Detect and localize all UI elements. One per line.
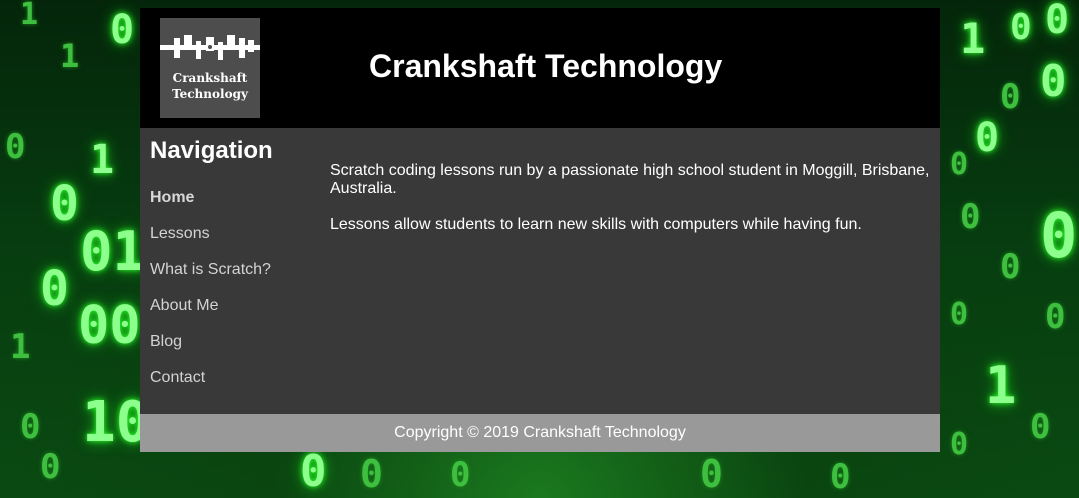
background-glyph: 0: [110, 7, 135, 53]
background-glyph: 1: [985, 356, 1017, 416]
background-glyph: 1: [10, 327, 31, 367]
background-glyph: 1: [960, 14, 986, 63]
background-glyph: 0: [50, 176, 79, 232]
background-glyph: 0: [40, 447, 61, 487]
background-glyph: 01: [80, 220, 146, 283]
crankshaft-icon: [160, 35, 260, 60]
background-glyph: 0: [1000, 77, 1021, 117]
background-glyph: 0: [950, 147, 969, 182]
background-glyph: 0: [975, 115, 1000, 161]
site-footer: Copyright © 2019 Crankshaft Technology: [140, 414, 940, 452]
background-glyph: 0: [830, 457, 851, 497]
background-glyph: 0: [360, 452, 383, 496]
navigation-heading: Navigation: [150, 137, 273, 164]
nav-item-lessons[interactable]: Lessons: [150, 224, 210, 244]
background-glyph: 0: [300, 446, 327, 497]
background-glyph: 0: [1030, 407, 1051, 447]
background-glyph: 0: [5, 127, 26, 167]
nav-item-contact[interactable]: Contact: [150, 368, 205, 388]
lessons-paragraph: Lessons allow students to learn new skil…: [330, 216, 862, 233]
nav-item-blog[interactable]: Blog: [150, 332, 182, 352]
background-glyph: 1: [90, 137, 115, 183]
nav-item-about-me[interactable]: About Me: [150, 296, 218, 316]
logo-line-2: Technology: [172, 87, 248, 101]
background-glyph: 0: [1045, 0, 1070, 43]
site-header: Crankshaft Technology Crankshaft Technol…: [140, 8, 940, 128]
background-glyph: 0: [20, 407, 41, 447]
navigation-sidebar: Navigation Home Lessons What is Scratch?…: [150, 136, 320, 386]
background-glyph: 0: [700, 452, 723, 496]
background-glyph: 0: [1040, 56, 1067, 107]
background-glyph: 0: [1045, 297, 1066, 337]
site-title: Crankshaft Technology: [369, 48, 723, 84]
background-glyph: 0: [40, 261, 69, 317]
background-glyph: 1: [60, 37, 80, 75]
background-glyph: 0: [450, 455, 471, 495]
background-glyph: 0: [1000, 247, 1021, 287]
main-content: Scratch coding lessons run by a passiona…: [330, 162, 936, 252]
nav-item-home[interactable]: Home: [150, 188, 194, 208]
background-glyph: 0: [960, 197, 981, 237]
background-glyph: 0: [950, 427, 969, 462]
background-glyph: 1: [20, 0, 39, 32]
background-glyph: 00: [78, 296, 141, 356]
intro-paragraph: Scratch coding lessons run by a passiona…: [330, 162, 930, 197]
logo-line-1: Crankshaft: [172, 71, 248, 85]
page-container: Crankshaft Technology Crankshaft Technol…: [140, 8, 940, 452]
site-logo[interactable]: Crankshaft Technology: [160, 18, 260, 118]
logo-text: Crankshaft Technology: [160, 70, 260, 102]
background-glyph: 0: [950, 297, 969, 332]
nav-item-what-is-scratch[interactable]: What is Scratch?: [150, 260, 271, 280]
background-glyph: 0: [1010, 7, 1032, 48]
copyright-text: Copyright © 2019 Crankshaft Technology: [394, 424, 686, 441]
background-glyph: 0: [1040, 199, 1078, 272]
